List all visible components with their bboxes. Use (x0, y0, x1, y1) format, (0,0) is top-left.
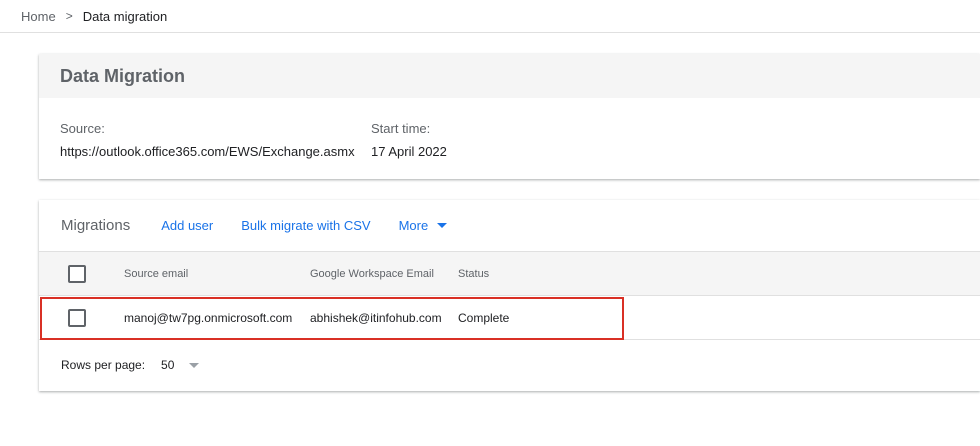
row-checkbox[interactable] (68, 308, 86, 327)
page-title: Data Migration (39, 54, 980, 98)
rows-per-page-value: 50 (161, 358, 175, 372)
migrations-toolbar: Migrations Add user Bulk migrate with CS… (39, 200, 980, 252)
start-time-info: Start time: 17 April 2022 (371, 121, 447, 159)
more-label: More (398, 218, 429, 233)
breadcrumb-home-link[interactable]: Home (21, 9, 56, 24)
migrations-card: Migrations Add user Bulk migrate with CS… (39, 200, 980, 391)
row-workspace-email: abhishek@itinfohub.com (310, 310, 442, 325)
pagination-footer: Rows per page: 50 (39, 340, 980, 390)
rows-per-page-label: Rows per page: (61, 358, 146, 372)
rows-per-page-select[interactable]: 50 (161, 358, 200, 372)
caret-down-icon (437, 223, 448, 228)
add-user-button[interactable]: Add user (161, 218, 213, 233)
breadcrumb: Home > Data migration (0, 0, 980, 33)
bulk-migrate-csv-button[interactable]: Bulk migrate with CSV (241, 218, 370, 233)
row-status: Complete (458, 310, 510, 325)
row-source-email: manoj@tw7pg.onmicrosoft.com (124, 310, 293, 325)
column-header-workspace-email[interactable]: Google Workspace Email (310, 268, 434, 280)
source-info: Source: https://outlook.office365.com/EW… (60, 121, 355, 159)
source-value: https://outlook.office365.com/EWS/Exchan… (60, 144, 355, 159)
caret-down-icon (189, 362, 200, 368)
source-label: Source: (60, 121, 105, 136)
chevron-right-icon: > (65, 9, 73, 23)
select-all-checkbox[interactable] (68, 264, 86, 283)
migration-summary-card: Data Migration Source: https://outlook.o… (39, 54, 980, 179)
column-header-source-email[interactable]: Source email (124, 268, 188, 280)
column-header-status[interactable]: Status (458, 268, 489, 280)
start-time-value: 17 April 2022 (371, 144, 447, 159)
migrations-title: Migrations (61, 217, 131, 234)
more-menu-button[interactable]: More (399, 218, 448, 233)
breadcrumb-current: Data migration (82, 8, 168, 24)
table-row[interactable]: manoj@tw7pg.onmicrosoft.com abhishek@iti… (39, 296, 980, 340)
table-header: Source email Google Workspace Email Stat… (39, 252, 980, 296)
start-time-label: Start time: (371, 121, 431, 136)
